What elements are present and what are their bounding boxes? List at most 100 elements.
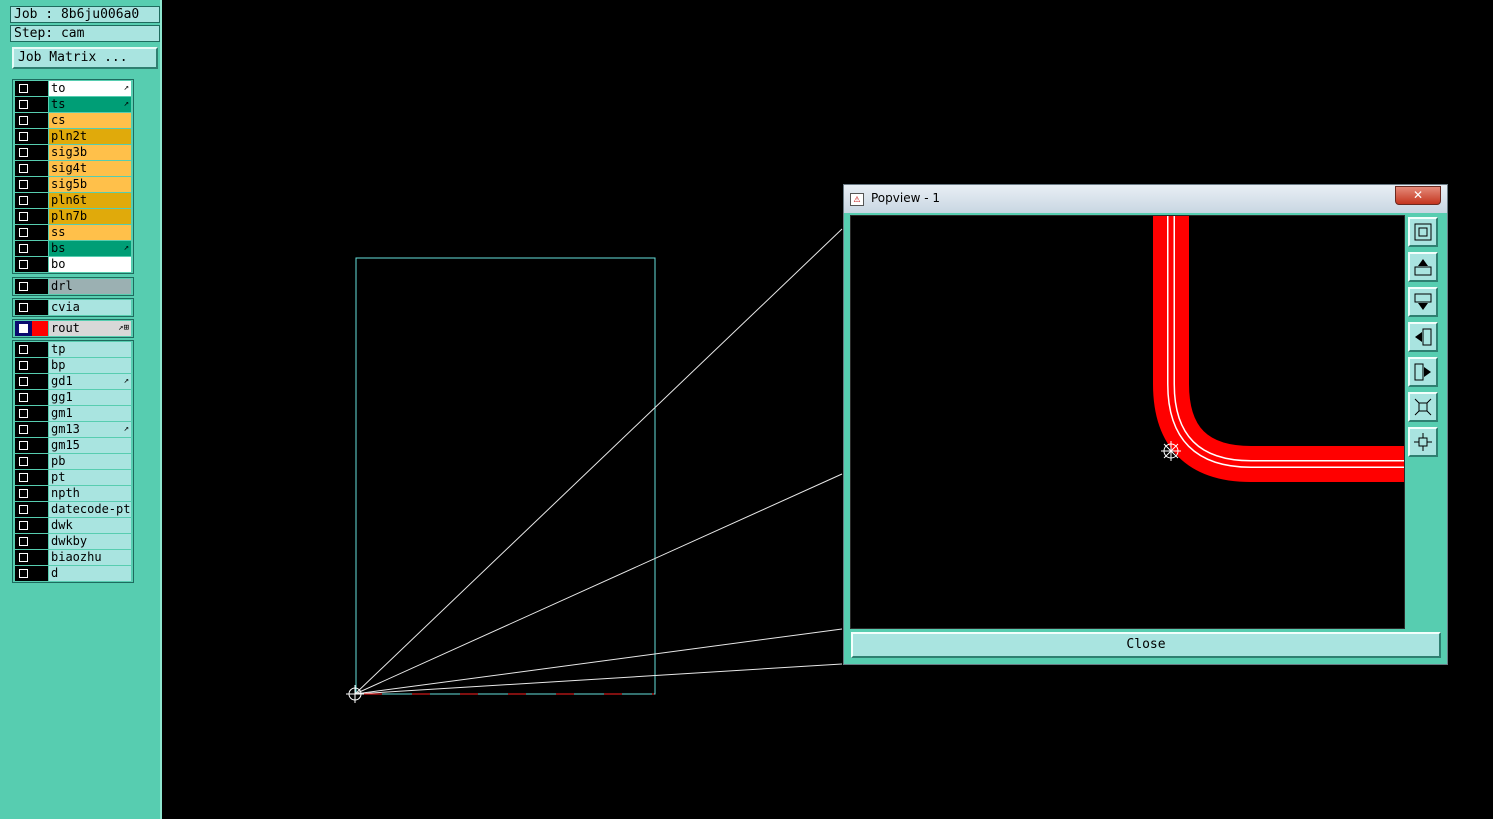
layer-row-pb[interactable]: pb [14, 454, 133, 470]
layer-color-swatch[interactable] [32, 502, 48, 517]
layer-row-cs[interactable]: cs [14, 113, 133, 129]
layer-name[interactable]: cs [49, 113, 131, 128]
layer-checkbox[interactable] [15, 97, 32, 112]
layer-name[interactable]: drl [49, 279, 131, 294]
layer-name[interactable]: gg1 [49, 390, 131, 405]
pan-right-icon[interactable] [1408, 357, 1438, 387]
pan-down-icon[interactable] [1408, 287, 1438, 317]
layer-row-biaozhu[interactable]: biaozhu [14, 550, 133, 566]
layer-row-d[interactable]: d [14, 566, 133, 582]
layer-row-pt[interactable]: pt [14, 470, 133, 486]
layer-color-swatch[interactable] [32, 193, 48, 208]
layer-row-ss[interactable]: ss [14, 225, 133, 241]
layer-checkbox[interactable] [15, 177, 32, 192]
layer-row-gm1[interactable]: gm1 [14, 406, 133, 422]
layer-color-swatch[interactable] [32, 257, 48, 272]
popview-canvas[interactable] [850, 215, 1405, 629]
layer-checkbox[interactable] [15, 129, 32, 144]
layer-name[interactable]: gm1 [49, 406, 131, 421]
layer-checkbox[interactable] [15, 113, 32, 128]
layer-row-ts[interactable]: ts ↗ [14, 97, 133, 113]
layer-name[interactable]: datecode-ptc [49, 502, 131, 517]
zoom-in-icon[interactable] [1408, 392, 1438, 422]
layer-color-swatch[interactable] [32, 241, 48, 256]
layer-row-cvia[interactable]: cvia [14, 300, 133, 316]
layer-name[interactable]: dwk [49, 518, 131, 533]
layer-name[interactable]: rout ↗⊞ [49, 321, 131, 336]
layer-row-datecode-ptc[interactable]: datecode-ptc [14, 502, 133, 518]
layer-checkbox[interactable] [15, 193, 32, 208]
layer-name[interactable]: d [49, 566, 131, 581]
layer-color-swatch[interactable] [32, 129, 48, 144]
layer-name[interactable]: pt [49, 470, 131, 485]
layer-checkbox[interactable] [15, 145, 32, 160]
close-button[interactable]: Close [851, 632, 1441, 658]
layer-color-swatch[interactable] [32, 145, 48, 160]
layer-checkbox[interactable] [15, 470, 32, 485]
layer-checkbox[interactable] [15, 486, 32, 501]
layer-row-to[interactable]: to ↗ [14, 81, 133, 97]
layer-color-swatch[interactable] [32, 406, 48, 421]
layer-checkbox[interactable] [15, 438, 32, 453]
layer-name[interactable]: sig5b [49, 177, 131, 192]
layer-name[interactable]: pb [49, 454, 131, 469]
layer-name[interactable]: gd1 ↗ [49, 374, 131, 389]
layer-row-gm15[interactable]: gm15 [14, 438, 133, 454]
layer-color-swatch[interactable] [32, 97, 48, 112]
layer-row-dwkby[interactable]: dwkby [14, 534, 133, 550]
layer-name[interactable]: sig3b [49, 145, 131, 160]
layer-row-gm13[interactable]: gm13 ↗ [14, 422, 133, 438]
layer-row-sig5b[interactable]: sig5b [14, 177, 133, 193]
layer-color-swatch[interactable] [32, 550, 48, 565]
layer-name[interactable]: dwkby [49, 534, 131, 549]
layer-row-pln6t[interactable]: pln6t [14, 193, 133, 209]
layer-name[interactable]: pln6t [49, 193, 131, 208]
layer-row-bs[interactable]: bs ↗ [14, 241, 133, 257]
layer-checkbox[interactable] [15, 81, 32, 96]
layer-name[interactable]: gm13 ↗ [49, 422, 131, 437]
layer-row-drl[interactable]: drl [14, 279, 133, 295]
layer-row-bp[interactable]: bp [14, 358, 133, 374]
layer-name[interactable]: bs ↗ [49, 241, 131, 256]
layer-color-swatch[interactable] [32, 534, 48, 549]
layer-color-swatch[interactable] [32, 422, 48, 437]
layer-checkbox[interactable] [15, 279, 32, 294]
close-icon[interactable]: ✕ [1395, 186, 1441, 205]
layer-checkbox[interactable] [15, 342, 32, 357]
layer-name[interactable]: biaozhu [49, 550, 131, 565]
layer-checkbox[interactable] [15, 241, 32, 256]
layer-row-pln7b[interactable]: pln7b [14, 209, 133, 225]
layer-checkbox[interactable] [15, 406, 32, 421]
layer-color-swatch[interactable] [32, 161, 48, 176]
layer-color-swatch[interactable] [32, 486, 48, 501]
layer-checkbox[interactable] [15, 566, 32, 581]
layer-checkbox[interactable] [15, 257, 32, 272]
layer-name[interactable]: pln7b [49, 209, 131, 224]
layer-checkbox[interactable] [15, 518, 32, 533]
layer-checkbox[interactable] [15, 454, 32, 469]
job-matrix-button[interactable]: Job Matrix ... [12, 47, 158, 69]
layer-color-swatch[interactable] [32, 342, 48, 357]
layer-checkbox[interactable] [15, 300, 32, 315]
pan-left-icon[interactable] [1408, 322, 1438, 352]
layer-checkbox[interactable] [15, 225, 32, 240]
layer-color-swatch[interactable] [32, 470, 48, 485]
layer-name[interactable]: pln2t [49, 129, 131, 144]
layer-name[interactable]: ts ↗ [49, 97, 131, 112]
layer-color-swatch[interactable] [32, 321, 48, 336]
layer-checkbox[interactable] [15, 321, 32, 336]
layer-checkbox[interactable] [15, 550, 32, 565]
layer-checkbox[interactable] [15, 390, 32, 405]
layer-color-swatch[interactable] [32, 177, 48, 192]
layer-name[interactable]: bp [49, 358, 131, 373]
layer-row-bo[interactable]: bo [14, 257, 133, 273]
layer-name[interactable]: to ↗ [49, 81, 131, 96]
layer-row-gd1[interactable]: gd1 ↗ [14, 374, 133, 390]
layer-row-pln2t[interactable]: pln2t [14, 129, 133, 145]
layer-row-npth[interactable]: npth [14, 486, 133, 502]
layer-color-swatch[interactable] [32, 518, 48, 533]
layer-row-tp[interactable]: tp [14, 342, 133, 358]
layer-color-swatch[interactable] [32, 566, 48, 581]
layer-name[interactable]: gm15 [49, 438, 131, 453]
pan-up-icon[interactable] [1408, 252, 1438, 282]
